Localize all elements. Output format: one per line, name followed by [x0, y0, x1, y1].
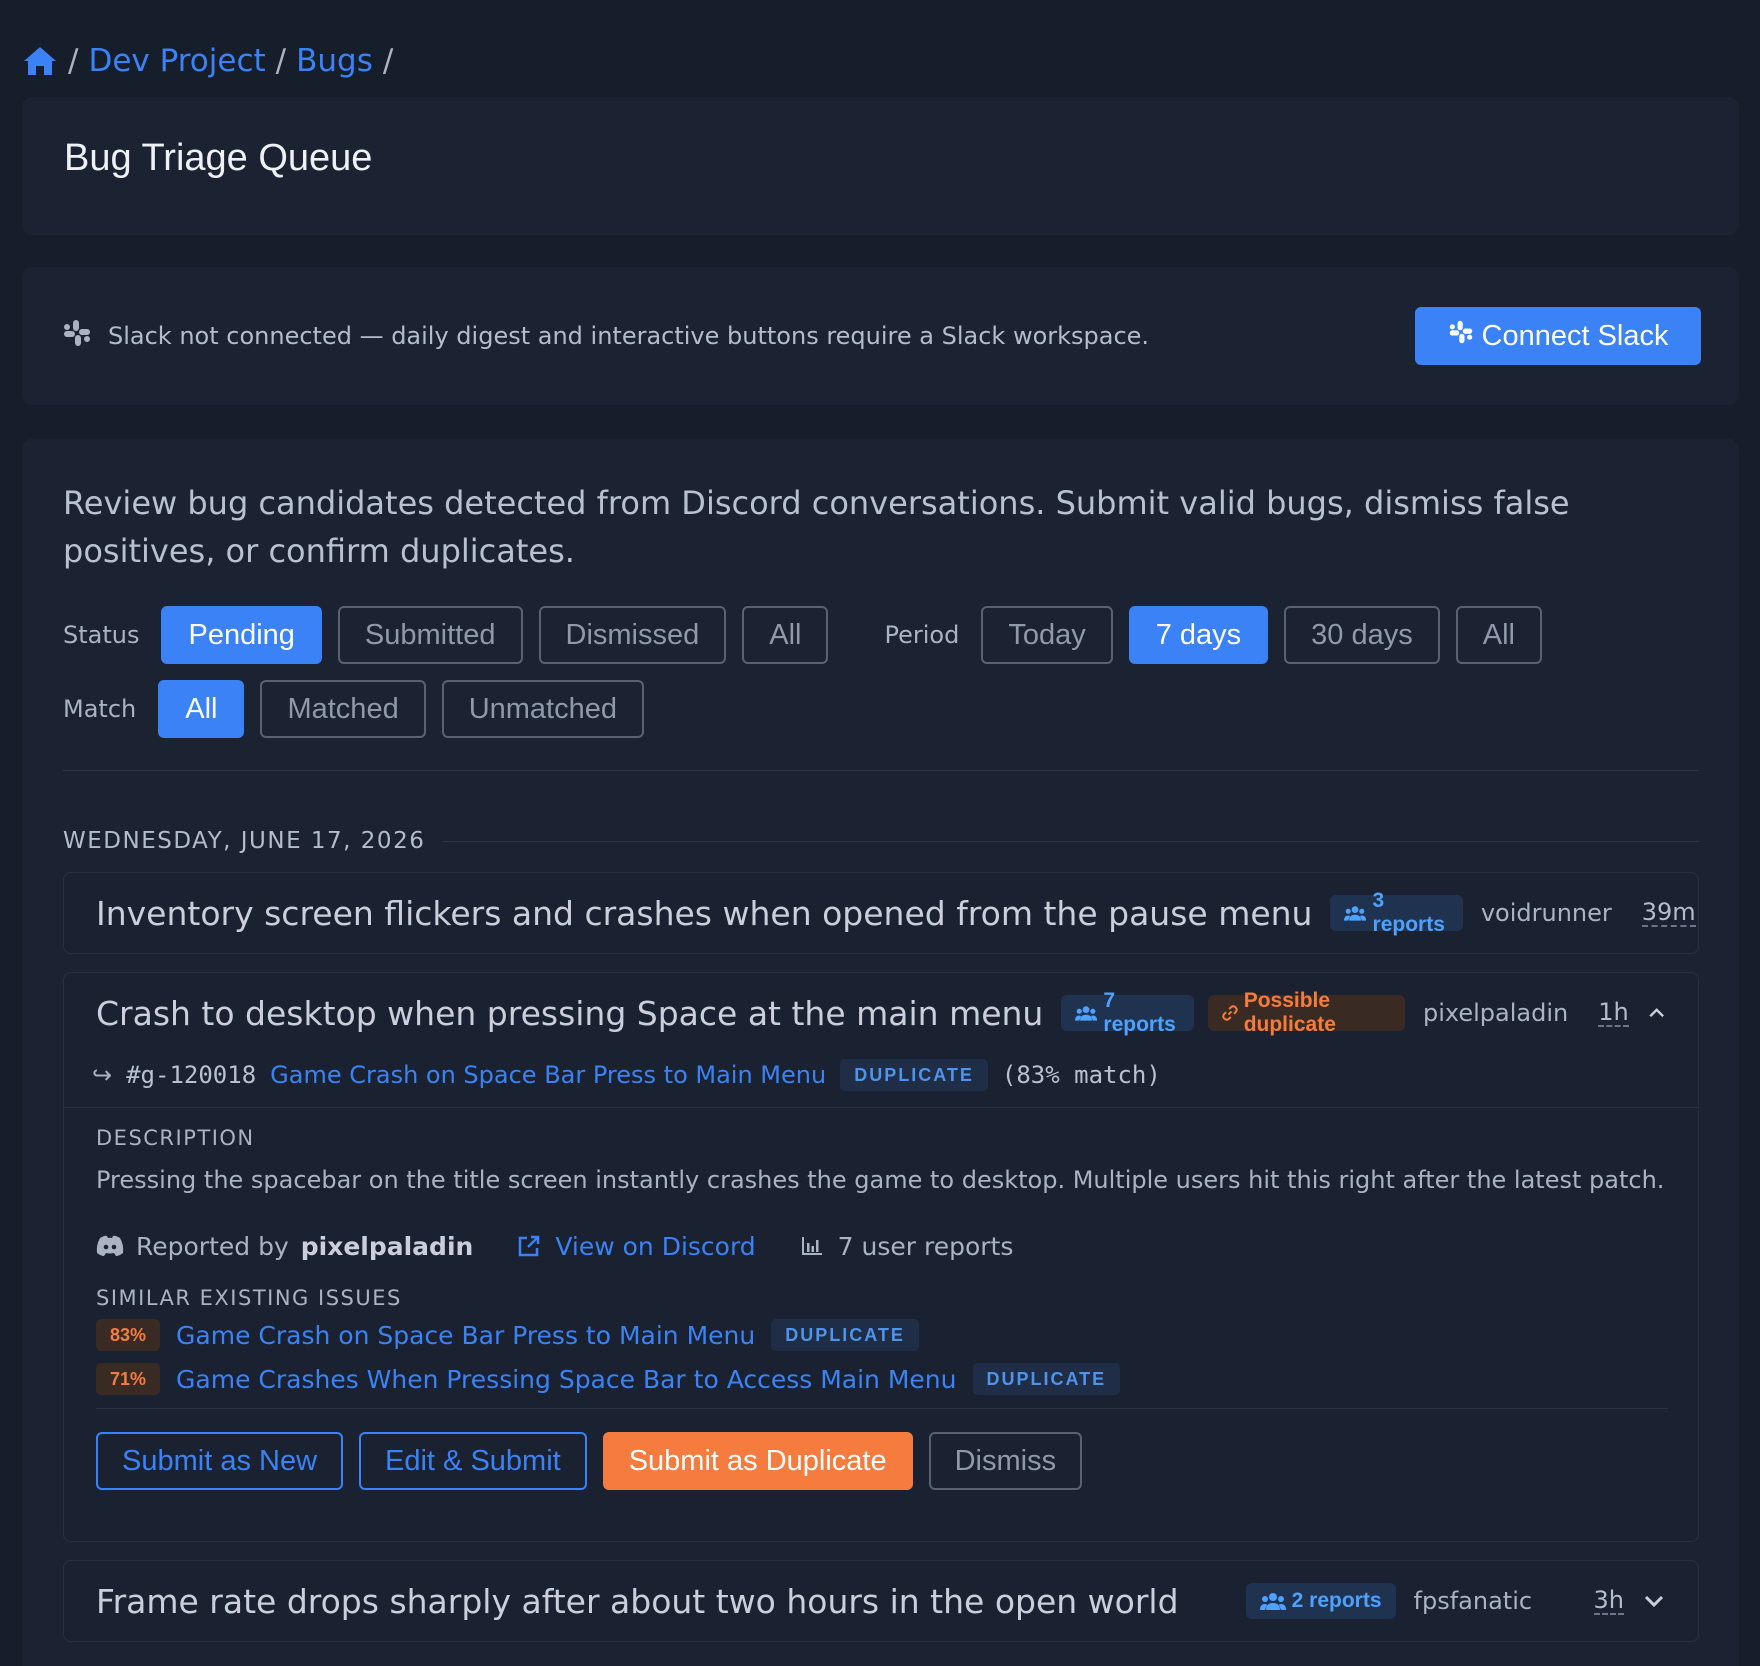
slack-icon	[62, 318, 92, 354]
triage-panel: Review bug candidates detected from Disc…	[22, 439, 1739, 1666]
title-card: Bug Triage Queue	[22, 97, 1739, 235]
description-label: DESCRIPTION	[96, 1126, 255, 1150]
match-all[interactable]: All	[158, 680, 245, 738]
bug-title[interactable]: Frame rate drops sharply after about two…	[96, 1582, 1179, 1621]
actions-divider	[96, 1408, 1668, 1409]
duplicate-tag: DUPLICATE	[840, 1059, 988, 1091]
date-header-rule	[443, 840, 1699, 842]
reporter-name: pixelpaladin	[300, 1231, 474, 1261]
period-all[interactable]: All	[1455, 606, 1542, 664]
bug-item[interactable]: Inventory screen flickers and crashes wh…	[63, 872, 1699, 954]
bug-header[interactable]: Inventory screen flickers and crashes wh…	[64, 873, 1698, 953]
status-pending[interactable]: Pending	[161, 606, 322, 664]
page-title: Bug Triage Queue	[64, 137, 373, 179]
bug-age: 3h	[1593, 1586, 1624, 1615]
bug-author: voidrunner	[1480, 899, 1612, 927]
matched-issue-line: ↪ #g-120018 Game Crash on Space Bar Pres…	[92, 1053, 1161, 1097]
reports-badge: 2 reports	[1245, 1583, 1396, 1619]
possible-duplicate-badge: Possible duplicate	[1207, 989, 1405, 1036]
slack-banner: Slack not connected — daily digest and i…	[22, 267, 1739, 405]
date-header-label: WEDNESDAY, JUNE 17, 2026	[63, 828, 426, 854]
bug-details: DESCRIPTION Pressing the spacebar on the…	[64, 1107, 1698, 1543]
similar-issue-row: 71% Game Crashes When Pressing Space Bar…	[96, 1362, 1121, 1396]
similar-issue-link[interactable]: Game Crash on Space Bar Press to Main Me…	[176, 1321, 755, 1350]
link-icon	[1221, 1005, 1238, 1021]
bug-description: Pressing the spacebar on the title scree…	[96, 1166, 1665, 1194]
bug-header[interactable]: Frame rate drops sharply after about two…	[64, 1561, 1698, 1641]
connect-slack-label: Connect Slack	[1481, 319, 1669, 352]
breadcrumb-separator: /	[68, 43, 79, 79]
return-arrow-icon: ↪	[92, 1061, 113, 1089]
user-reports-count: 7 user reports	[837, 1231, 1014, 1261]
status-all[interactable]: All	[742, 606, 829, 664]
bug-age: 1h	[1598, 998, 1629, 1027]
users-icon	[1344, 906, 1367, 921]
bug-header[interactable]: Crash to desktop when pressing Space at …	[64, 973, 1698, 1053]
bug-author: pixelpaladin	[1422, 999, 1569, 1027]
reported-by-prefix: Reported by	[136, 1231, 289, 1261]
reports-badge: 3 reports	[1330, 889, 1463, 936]
date-header: WEDNESDAY, JUNE 17, 2026	[63, 823, 1699, 859]
matched-issue-id: #g-120018	[126, 1061, 257, 1089]
slack-icon	[1448, 319, 1474, 353]
filter-divider	[63, 770, 1699, 771]
period-filter-label: Period	[884, 621, 960, 649]
submit-as-duplicate-button[interactable]: Submit as Duplicate	[602, 1432, 913, 1490]
filter-row-status-period: Status Pending Submitted Dismissed All P…	[63, 606, 1558, 664]
breadcrumb-separator: /	[382, 43, 394, 79]
submit-as-new-button[interactable]: Submit as New	[96, 1432, 344, 1490]
reports-count: 2 reports	[1291, 1589, 1382, 1612]
intro-text: Review bug candidates detected from Disc…	[63, 484, 1570, 570]
bug-meta: Reported by pixelpaladin View on Discord…	[96, 1226, 1013, 1266]
match-score: (83% match)	[1001, 1061, 1161, 1089]
breadcrumb-bugs[interactable]: Bugs	[296, 43, 373, 79]
discord-icon	[96, 1235, 124, 1256]
period-30-days[interactable]: 30 days	[1284, 606, 1440, 664]
bug-age: 39m	[1641, 898, 1696, 927]
bug-author: fpsfanatic	[1413, 1587, 1533, 1615]
match-unmatched[interactable]: Unmatched	[441, 680, 645, 738]
matched-issue-link[interactable]: Game Crash on Space Bar Press to Main Me…	[270, 1061, 826, 1089]
similarity-badge: 71%	[96, 1363, 161, 1395]
bug-item[interactable]: Frame rate drops sharply after about two…	[63, 1560, 1699, 1642]
edit-and-submit-button[interactable]: Edit & Submit	[359, 1432, 587, 1490]
breadcrumb-dev-project[interactable]: Dev Project	[88, 43, 265, 79]
filter-row-match: Match All Matched Unmatched	[63, 680, 660, 738]
chevron-up-icon[interactable]	[1647, 1001, 1666, 1025]
match-filter-label: Match	[63, 695, 137, 723]
similar-issues-label: SIMILAR EXISTING ISSUES	[96, 1286, 402, 1310]
external-link-icon	[519, 1235, 540, 1257]
bug-item-expanded[interactable]: Crash to desktop when pressing Space at …	[63, 972, 1699, 1542]
reports-count: 3 reports	[1372, 889, 1445, 936]
similar-issue-row: 83% Game Crash on Space Bar Press to Mai…	[96, 1318, 919, 1352]
slack-message: Slack not connected — daily digest and i…	[62, 267, 1149, 405]
similar-issue-link[interactable]: Game Crashes When Pressing Space Bar to …	[176, 1365, 956, 1394]
bug-title[interactable]: Inventory screen flickers and crashes wh…	[96, 894, 1312, 933]
duplicate-tag: DUPLICATE	[972, 1363, 1121, 1395]
status-submitted[interactable]: Submitted	[337, 606, 523, 664]
reports-badge: 7 reports	[1061, 989, 1194, 1036]
similarity-badge: 83%	[96, 1319, 161, 1351]
match-matched[interactable]: Matched	[260, 680, 426, 738]
status-filter-label: Status	[63, 621, 140, 649]
breadcrumb-separator: /	[275, 43, 287, 79]
bug-actions: Submit as New Edit & Submit Submit as Du…	[96, 1432, 1083, 1490]
bar-chart-icon	[801, 1237, 822, 1255]
dismiss-button[interactable]: Dismiss	[928, 1432, 1083, 1490]
breadcrumb: / Dev Project / Bugs /	[22, 36, 393, 86]
period-7-days[interactable]: 7 days	[1128, 606, 1269, 664]
bug-title[interactable]: Crash to desktop when pressing Space at …	[96, 994, 1043, 1033]
slack-status-text: Slack not connected — daily digest and i…	[108, 322, 1150, 350]
status-dismissed[interactable]: Dismissed	[538, 606, 727, 664]
connect-slack-button[interactable]: Connect Slack	[1415, 307, 1701, 365]
period-today[interactable]: Today	[981, 606, 1113, 664]
duplicate-tag: DUPLICATE	[771, 1319, 919, 1351]
users-icon	[1259, 1593, 1286, 1610]
home-icon[interactable]	[22, 44, 58, 78]
users-icon	[1075, 1006, 1098, 1021]
view-on-discord-link[interactable]: View on Discord	[555, 1232, 755, 1261]
possible-duplicate-label: Possible duplicate	[1243, 989, 1336, 1036]
reports-count: 7 reports	[1103, 989, 1176, 1036]
chevron-down-icon[interactable]	[1642, 1589, 1666, 1613]
